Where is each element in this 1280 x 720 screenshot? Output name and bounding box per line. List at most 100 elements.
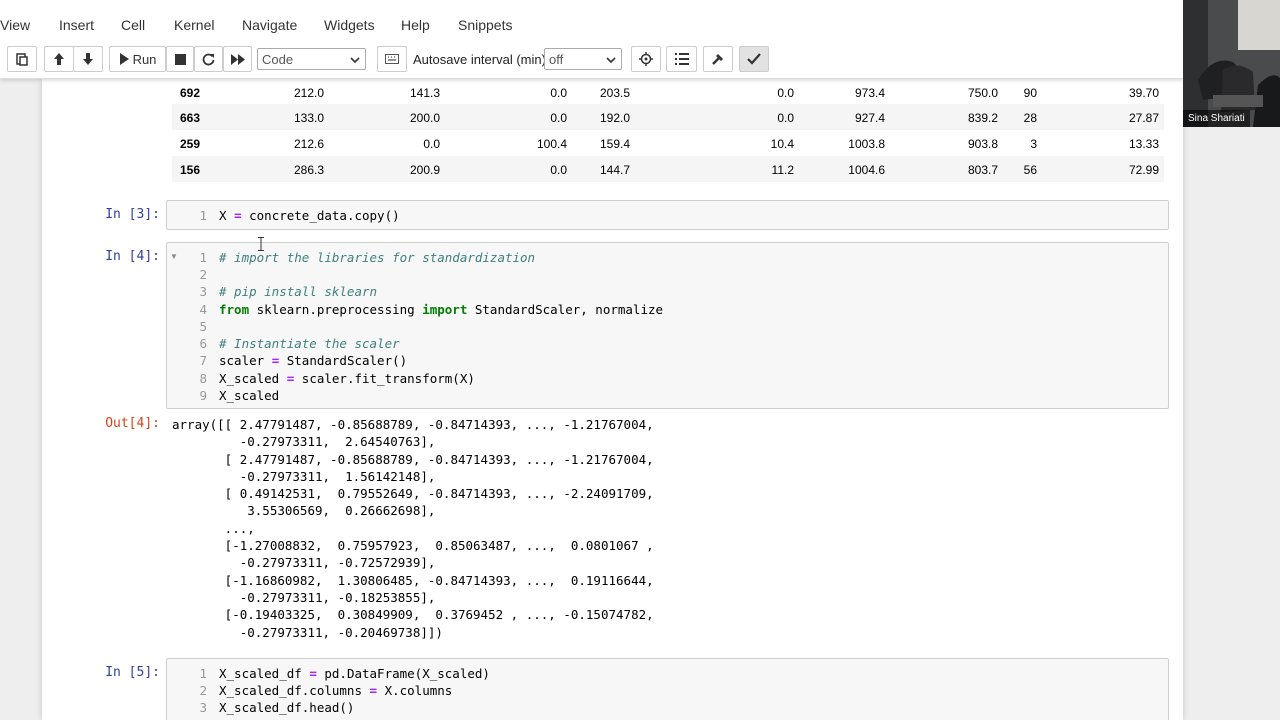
paste-button[interactable] — [7, 46, 37, 72]
table-index: 663 — [180, 111, 201, 125]
chevron-down-icon — [350, 53, 360, 68]
table-cell: 750.0 — [967, 86, 998, 100]
cell-prompt: In [3]: — [105, 207, 160, 222]
code-line: from sklearn.preprocessing import Standa… — [219, 302, 664, 317]
toolbar: Run Code Autosave interval (min): off — [0, 38, 1183, 79]
table-index: 259 — [180, 137, 201, 151]
table-cell: 100.4 — [536, 137, 567, 151]
webcam-overlay: Sina Shariati — [1183, 0, 1280, 127]
code-comment: # pip install sklearn — [219, 284, 378, 299]
run-label: Run — [132, 51, 157, 67]
arrow-down-icon — [82, 52, 94, 66]
text-cursor-icon — [258, 237, 264, 251]
table-cell: 192.0 — [599, 111, 630, 125]
code-line: X_scaled_df.columns = X.columns — [219, 683, 453, 698]
table-cell: 0.0 — [550, 111, 567, 125]
menu-navigate[interactable]: Navigate — [242, 17, 297, 33]
line-number: 7 — [199, 353, 207, 368]
line-number: 8 — [199, 371, 207, 386]
code-line: X_scaled_df.head() — [219, 700, 355, 715]
output-prompt: Out[4]: — [105, 416, 160, 431]
line-number: 3 — [199, 700, 207, 715]
play-icon — [119, 53, 129, 65]
toc-button[interactable] — [666, 46, 697, 72]
cell-output: array([[ 2.47791487, -0.85688789, -0.847… — [172, 417, 654, 640]
table-cell: 203.5 — [599, 86, 630, 100]
table-cell: 0.0 — [777, 111, 794, 125]
participant-name: Sina Shariati — [1183, 110, 1250, 127]
menu-snippets[interactable]: Snippets — [458, 17, 512, 33]
command-palette-button[interactable] — [377, 46, 407, 72]
table-cell: 839.2 — [967, 111, 998, 125]
locate-button[interactable] — [631, 46, 661, 72]
table-cell: 159.4 — [599, 137, 630, 151]
table-cell: 927.4 — [854, 111, 885, 125]
table-cell: 144.7 — [599, 163, 630, 177]
stop-icon — [174, 53, 186, 65]
webcam-video — [1183, 0, 1280, 127]
table-cell: 1003.8 — [848, 137, 885, 151]
table-cell: 13.33 — [1128, 137, 1159, 151]
keyboard-icon — [385, 54, 399, 64]
move-up-button[interactable] — [44, 46, 74, 72]
code-line: X_scaled_df = pd.DataFrame(X_scaled) — [219, 666, 490, 681]
code-cell-4[interactable]: ▼ 1 2 3 4 5 6 7 8 9 # import the librari… — [166, 242, 1169, 409]
table-cell: 56 — [1023, 163, 1037, 177]
fast-forward-icon — [230, 53, 245, 65]
line-number: 2 — [199, 267, 207, 282]
table-row: 259 212.6 0.0 100.4 159.4 10.4 1003.8 90… — [172, 130, 1164, 156]
table-cell: 0.0 — [777, 86, 794, 100]
menu-widgets[interactable]: Widgets — [324, 17, 375, 33]
restart-run-all-button[interactable] — [223, 46, 252, 72]
cell-prompt: In [5]: — [105, 665, 160, 680]
run-button[interactable]: Run — [109, 46, 166, 72]
table-cell: 286.3 — [293, 163, 324, 177]
table-cell: 212.0 — [293, 86, 324, 100]
autosave-value: off — [549, 51, 564, 67]
tools-button[interactable] — [703, 46, 733, 72]
line-number: 6 — [199, 336, 207, 351]
menu-cell[interactable]: Cell — [121, 17, 145, 33]
move-down-button[interactable] — [73, 46, 103, 72]
menu-bar: View Insert Cell Kernel Navigate Widgets… — [0, 0, 1183, 38]
wrench-icon — [711, 52, 725, 66]
table-cell: 141.3 — [409, 86, 440, 100]
code-line: X = concrete_data.copy() — [219, 208, 400, 223]
autosave-label: Autosave interval (min): — [413, 52, 550, 67]
table-cell: 72.99 — [1128, 163, 1159, 177]
validate-button[interactable] — [739, 46, 769, 72]
autosave-select[interactable]: off — [544, 48, 622, 70]
table-cell: 200.9 — [409, 163, 440, 177]
table-cell: 212.6 — [293, 137, 324, 151]
table-index: 156 — [180, 163, 201, 177]
menu-kernel[interactable]: Kernel — [174, 17, 214, 33]
code-line: X_scaled = scaler.fit_transform(X) — [219, 371, 475, 386]
table-cell: 803.7 — [967, 163, 998, 177]
table-cell: 903.8 — [967, 137, 998, 151]
menu-help[interactable]: Help — [401, 17, 430, 33]
cell-type-value: Code — [262, 51, 294, 67]
table-row: 692 212.0 141.3 0.0 203.5 0.0 973.4 750.… — [172, 79, 1164, 105]
cell-type-select[interactable]: Code — [257, 48, 366, 70]
code-line: scaler = StandardScaler() — [219, 353, 408, 368]
crosshair-icon — [639, 52, 653, 66]
chevron-down-icon — [606, 53, 616, 68]
line-number: 2 — [199, 683, 207, 698]
table-cell: 973.4 — [854, 86, 885, 100]
restart-icon — [202, 53, 215, 66]
table-row: 156 286.3 200.9 0.0 144.7 11.2 1004.6 80… — [172, 156, 1164, 182]
menu-insert[interactable]: Insert — [59, 17, 94, 33]
line-number: 5 — [199, 319, 207, 334]
cell-prompt: In [4]: — [105, 249, 160, 264]
table-cell: 11.2 — [771, 163, 794, 177]
interrupt-button[interactable] — [166, 46, 194, 72]
code-cell-3[interactable]: 1 X = concrete_data.copy() — [166, 200, 1169, 230]
restart-button[interactable] — [194, 46, 223, 72]
table-cell: 90 — [1023, 86, 1037, 100]
code-cell-5[interactable]: 1 2 3 X_scaled_df = pd.DataFrame(X_scale… — [166, 658, 1169, 720]
table-cell: 200.0 — [409, 111, 440, 125]
table-cell: 133.0 — [293, 111, 324, 125]
table-cell: 27.87 — [1128, 111, 1159, 125]
code-comment: # Instantiate the scaler — [219, 336, 400, 351]
menu-view[interactable]: View — [0, 17, 30, 33]
